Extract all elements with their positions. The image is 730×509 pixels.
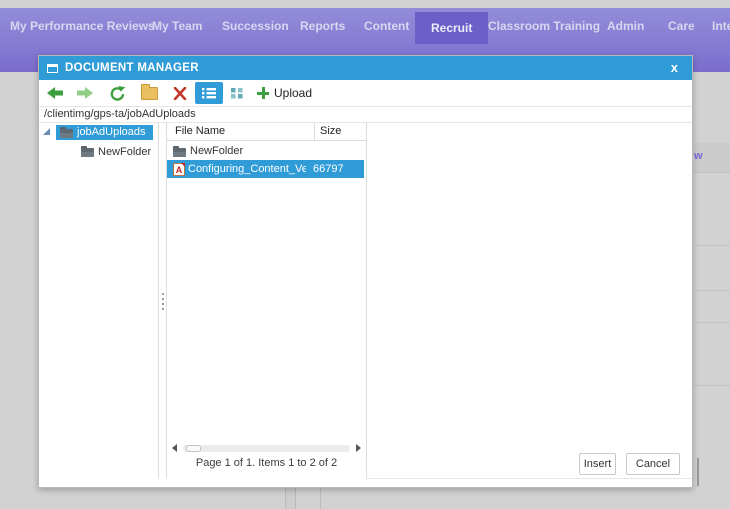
bg-link-fragment: w [694, 150, 703, 162]
bg-row-divider [694, 245, 730, 246]
folder-icon [81, 146, 94, 157]
file-row-folder[interactable]: NewFolder [167, 142, 364, 160]
back-arrow-icon[interactable] [47, 87, 63, 99]
splitter-grip-icon[interactable] [161, 292, 164, 310]
screen: My Performance Reviews My Team Successio… [0, 0, 730, 509]
current-path: /clientimg/gps-ta/jobAdUploads [39, 107, 692, 123]
bg-row-divider [694, 172, 730, 173]
dialog-titlebar[interactable]: DOCUMENT MANAGER x [39, 56, 692, 80]
file-row-selected[interactable]: A Configuring_Content_Vendo 66797 [167, 160, 364, 178]
dialog-toolbar: Upload [39, 80, 692, 107]
file-name: NewFolder [190, 145, 244, 157]
folder-icon [173, 145, 186, 157]
nav-item-content[interactable]: Content [364, 12, 409, 40]
refresh-icon[interactable] [109, 85, 126, 101]
dialog-panels: jobAdUploads NewFolder File Name Size Ne… [39, 123, 692, 479]
nav-item-succession[interactable]: Succession [222, 12, 289, 40]
folder-tree-panel: jobAdUploads NewFolder [39, 123, 159, 479]
cancel-button[interactable]: Cancel [626, 453, 680, 475]
nav-item-recruit[interactable]: Recruit [415, 12, 489, 44]
nav-item-my-team[interactable]: My Team [152, 12, 202, 40]
list-view-icon [202, 88, 216, 99]
column-size[interactable]: Size [314, 123, 341, 141]
file-name: Configuring_Content_Vendo [188, 163, 306, 175]
scrollbar-thumb[interactable] [186, 444, 201, 452]
file-size: 66797 [313, 163, 344, 175]
close-icon[interactable]: x [665, 57, 684, 79]
new-folder-icon[interactable] [141, 83, 158, 100]
tree-child-label: NewFolder [98, 145, 152, 158]
upload-plus-icon[interactable] [257, 87, 269, 99]
bg-column-divider [285, 488, 296, 509]
nav-item-care[interactable]: Care [668, 12, 695, 40]
bg-row-divider [694, 290, 730, 291]
nav-item-admin[interactable]: Admin [607, 12, 644, 40]
delete-icon[interactable] [173, 86, 187, 100]
pdf-file-icon: A [173, 162, 185, 176]
list-view-button[interactable] [195, 82, 223, 104]
horizontal-scrollbar[interactable] [167, 441, 366, 455]
panel-splitter[interactable] [159, 123, 167, 479]
nav-item-my-performance-reviews[interactable]: My Performance Reviews [10, 12, 155, 40]
file-list-panel: File Name Size NewFolder A Configuring_C… [167, 123, 367, 479]
pagination-status: Page 1 of 1. Items 1 to 2 of 2 [195, 457, 338, 469]
nav-item-classroom-training[interactable]: Classroom Training [488, 12, 600, 40]
expander-icon[interactable] [43, 128, 50, 135]
grid-view-icon[interactable] [231, 87, 245, 99]
bg-column-divider [320, 488, 321, 509]
file-list-header: File Name Size [167, 123, 366, 141]
nav-item-reports[interactable]: Reports [300, 12, 345, 40]
scroll-right-icon[interactable] [356, 444, 361, 452]
column-file-name[interactable]: File Name [175, 125, 225, 137]
bg-row-divider [694, 322, 730, 323]
window-icon [47, 63, 58, 73]
top-strip [0, 0, 730, 8]
upload-button[interactable]: Upload [274, 86, 312, 100]
background-table-fragment: w [694, 72, 730, 509]
tree-node-child[interactable]: NewFolder [81, 143, 151, 160]
forward-arrow-icon[interactable] [77, 87, 93, 99]
bg-scrollbar-fragment [697, 458, 699, 486]
tree-root-label: jobAdUploads [77, 126, 146, 138]
scroll-left-icon[interactable] [172, 444, 177, 452]
folder-icon [60, 126, 73, 138]
document-manager-dialog: DOCUMENT MANAGER x Upload /clientimg/gps… [38, 55, 693, 488]
nav-item-clipped[interactable]: Inte [712, 12, 730, 40]
bg-row-divider [694, 385, 730, 386]
insert-button[interactable]: Insert [579, 453, 616, 475]
scrollbar-track[interactable] [183, 444, 350, 452]
tree-node-selected[interactable]: jobAdUploads [56, 125, 153, 140]
tree-node-root[interactable]: jobAdUploads [39, 124, 153, 141]
dialog-title: DOCUMENT MANAGER [65, 62, 199, 74]
